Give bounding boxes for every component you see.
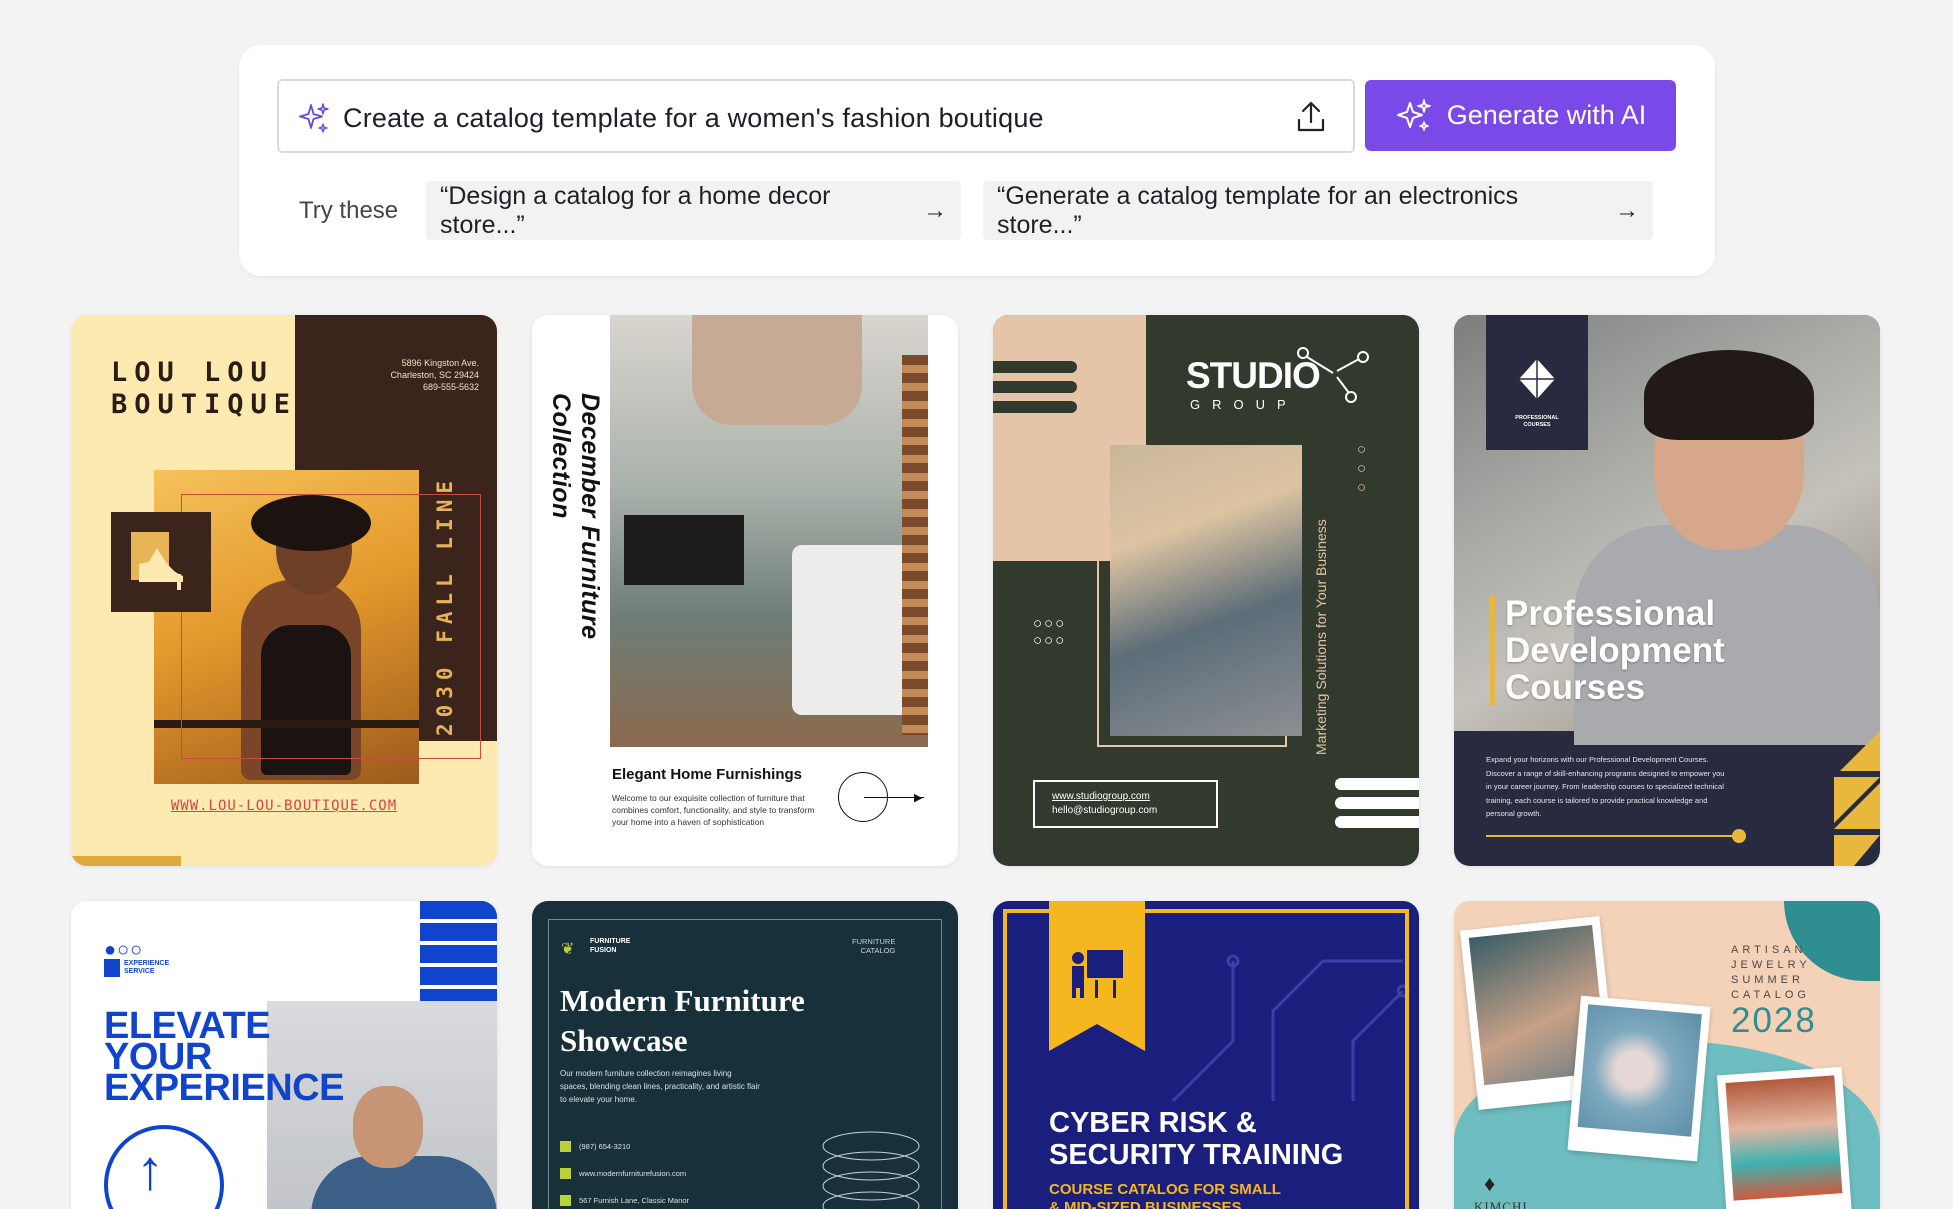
polaroid-photo [1716,1066,1853,1209]
diamond-logo-icon: ♦ [1484,1171,1496,1196]
prompt-input-box[interactable]: Create a catalog template for a women's … [277,79,1355,153]
website-url: WWW.LOU-LOU-BOUTIQUE.COM [170,798,398,814]
circle-decoration [104,1125,224,1209]
phone-text: (987) 654-3210 [579,1142,631,1151]
ai-prompt-panel: Create a catalog template for a women's … [239,45,1715,276]
group-label: GROUP [1190,397,1298,412]
contact-phone: (987) 654-3210 [560,1141,630,1152]
vertical-title: December Furniture Collection [547,393,604,640]
contact-box: www.studiogroup.com hello@studiogroup.co… [1033,780,1218,828]
tagline: Marketing Solutions for Your Business [1313,519,1329,755]
fireplace [624,515,744,585]
email: hello@studiogroup.com [1052,805,1158,816]
location-icon [560,1195,571,1206]
try-these-label: Try these [299,197,399,224]
subtitle: COURSE CATALOG FOR SMALL & MID-SIZED BUS… [1049,1181,1281,1209]
catalog-text: ARTISAN JEWELRY SUMMER CATALOG [1731,944,1811,1001]
logo-text: EXPERIENCE SERVICE [124,960,170,975]
brand-name: FURNITURE FUSION [590,938,631,954]
dots-row: ○○○ [1033,632,1067,649]
polaroid-photo [1567,995,1711,1162]
bar-decoration [1335,816,1419,828]
address: 5896 Kingston Ave. Charleston, SC 29424 … [390,358,479,392]
sparkle-icon [1396,98,1431,131]
template-card-studio-group[interactable]: STUDIO GROUP Marketing Solutions for You… [993,315,1419,866]
shoe-icon [111,512,211,612]
body-text: Welcome to our exquisite collection of f… [612,793,815,827]
suggestion-text: “Design a catalog for a home decor store… [440,181,831,239]
student-hair [1644,350,1814,440]
template-card-professional-development[interactable]: PROFESSIONAL COURSES Professional Develo… [1454,315,1880,866]
course-title: Professional Development Courses [1490,595,1725,706]
bar-decoration [1335,797,1419,809]
template-card-jewelry-catalog[interactable]: ARTISAN JEWELRY SUMMER CATALOG 2028 ♦ KI… [1454,901,1880,1209]
contact-address: 567 Furnish Lane, Classic Manor [560,1195,689,1206]
wood-slats [902,355,928,735]
menu-bar [993,401,1077,413]
arrow-right-icon: → [1615,196,1639,224]
arrow-up-icon: ↑ [136,1138,164,1201]
headline: Modern Furniture Showcase [560,983,805,1058]
web-icon [560,1168,571,1179]
footer-bar [71,856,181,866]
sparkle-icon [299,103,329,133]
catalog-year: 2028 [1731,1001,1817,1040]
prompt-input[interactable]: Create a catalog template for a women's … [343,101,1044,135]
diamond-logo-icon [1519,359,1555,399]
template-card-cyber-risk[interactable]: CYBER RISK & SECURITY TRAINING COURSE CA… [993,901,1419,1209]
brand-name: KIMCHI [1474,1199,1528,1209]
body-text: Our modern furniture collection reimagin… [560,1069,760,1104]
menu-bar [993,361,1077,373]
triangle-decoration [1834,731,1880,866]
web-text: www.modernfurniturefusion.com [579,1169,687,1178]
heading: Elegant Home Furnishings [612,766,803,783]
progress-line [1486,835,1739,837]
suggestion-chip-electronics[interactable]: “Generate a catalog template for an elec… [983,181,1653,240]
lamp-shade [692,315,862,425]
stripe-pattern [420,901,497,1011]
template-card-december-furniture[interactable]: December Furniture Collection Elegant Ho… [532,315,958,866]
sofa [792,545,912,715]
address-text: 567 Furnish Lane, Classic Manor [579,1196,690,1205]
courses-badge: PROFESSIONAL COURSES [1486,315,1588,450]
headline: ELEVATE YOUR EXPERIENCE [104,1005,344,1109]
agent-head [353,1086,423,1168]
logo-network-icon [1297,347,1369,403]
contact-web: www.modernfurniturefusion.com [560,1168,686,1179]
progress-knob [1732,829,1746,843]
generate-with-ai-button[interactable]: Generate with AI [1365,80,1676,151]
dots-decoration: ○○○ [1353,441,1370,498]
generate-button-label: Generate with AI [1446,100,1647,130]
headline: CYBER RISK & SECURITY TRAINING [1049,1107,1344,1171]
badge-text: PROFESSIONAL COURSES [1515,415,1559,428]
suggestion-chip-home-decor[interactable]: “Design a catalog for a home decor store… [426,181,961,240]
rings-decoration [822,1131,920,1209]
menu-bar [993,381,1077,393]
phone-icon [560,1141,571,1152]
catalog-label: FURNITURE CATALOG [852,937,896,955]
arrow-right-icon: ▶ [914,792,923,804]
website: www.studiogroup.com [1052,791,1150,802]
team-photo [1110,445,1302,736]
suggestion-text: “Generate a catalog template for an elec… [997,181,1519,239]
upload-icon[interactable] [1295,100,1327,134]
course-description: Expand your horizons with our Profession… [1486,755,1725,818]
leaf-logo-icon: ❦ [561,941,575,958]
teacher-board-icon [1072,950,1123,998]
bar-decoration [1335,778,1419,790]
template-card-lou-lou-boutique[interactable]: LOU LOU BOUTIQUE 5896 Kingston Ave. Char… [71,315,497,866]
dots-row: ○○○ [1353,441,1370,498]
template-card-elevate-experience[interactable]: ●○○ EXPERIENCE SERVICE ELEVATE YOUR EXPE… [71,901,497,1209]
season-label: 2030 FALL LINE [433,475,457,737]
template-card-modern-furniture[interactable]: ❦ FURNITURE FUSION FURNITURE CATALOG Mod… [532,901,958,1209]
brand-name: LOU LOU BOUTIQUE [111,357,298,420]
arrow-right-icon: → [923,196,947,224]
logo-square [104,959,120,977]
dots-decoration: ○○○ ○○○ [1033,615,1066,649]
dots-row: ○○○ [1033,615,1067,632]
